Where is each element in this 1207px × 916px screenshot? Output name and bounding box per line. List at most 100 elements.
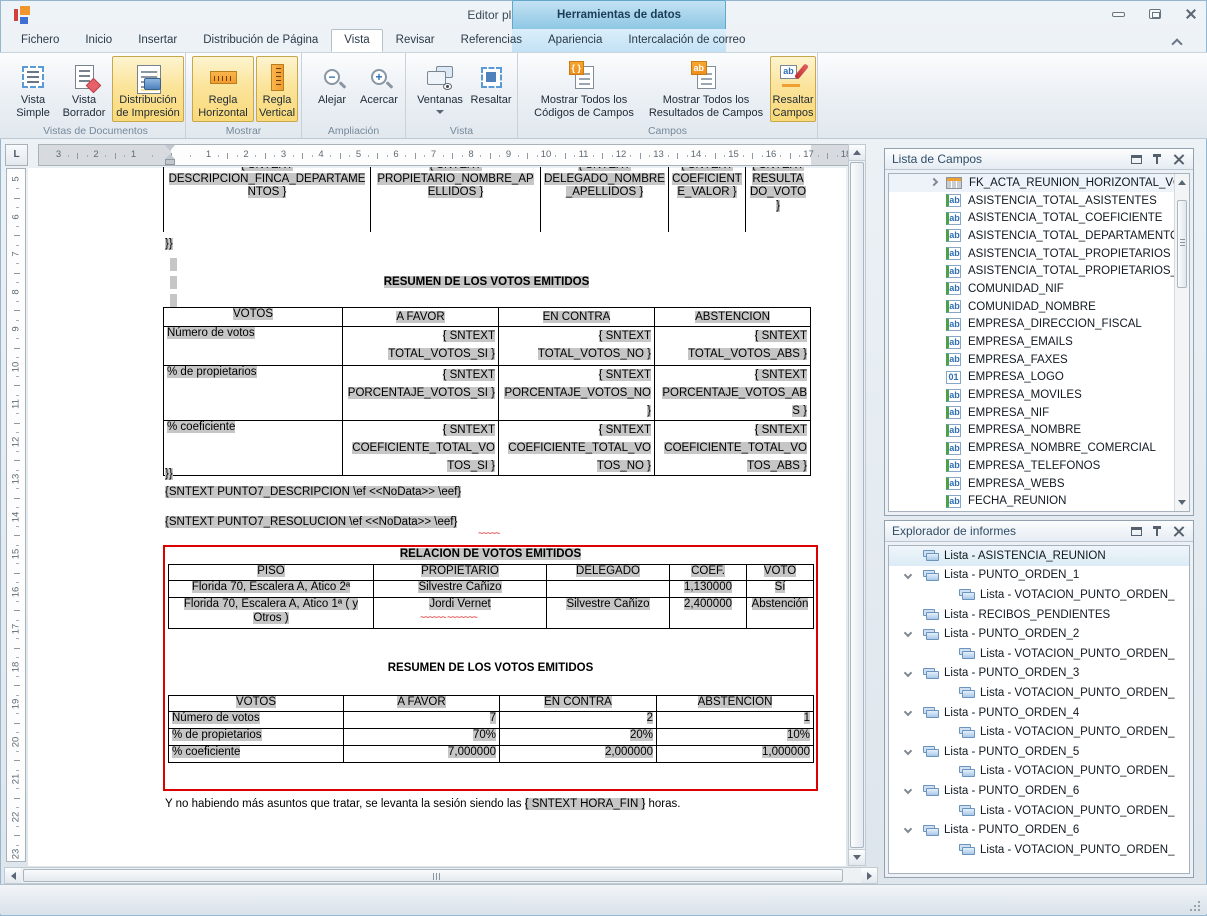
collapse-arrow-icon[interactable] xyxy=(904,825,912,833)
header-cell[interactable]: A FAVOR xyxy=(344,696,500,712)
indent-marker[interactable] xyxy=(164,145,176,165)
report-tree-item[interactable]: Lista - VOTACION_PUNTO_ORDEN_ xyxy=(889,722,1189,742)
header-cell[interactable]: ABSTENCION xyxy=(655,308,811,327)
tab-intercalacion-de-correo[interactable]: Intercalación de correo xyxy=(615,29,758,52)
close-panel-icon[interactable] xyxy=(1173,154,1186,165)
tab-referencias[interactable]: Referencias xyxy=(448,29,535,52)
table-cell[interactable]: Florida 70, Escalera A, Ático 2ª xyxy=(169,581,374,598)
field-brace[interactable]: }} xyxy=(165,468,173,480)
table-cell[interactable]: Número de votos xyxy=(164,327,343,366)
header-cell[interactable]: ABSTENCION xyxy=(657,696,814,712)
punto7-descripcion-field[interactable]: {SNTEXT PUNTO7_DESCRIPCION \ef <<NoData>… xyxy=(165,486,461,498)
tab-fichero[interactable]: Fichero xyxy=(8,29,72,52)
horizontal-scrollbar[interactable] xyxy=(4,867,878,884)
hora-fin-field[interactable]: { SNTEXT HORA_FIN } xyxy=(525,798,646,810)
resaltar-button[interactable]: Resaltar xyxy=(468,56,514,122)
field-list-item[interactable]: ASISTENCIA_TOTAL_DEPARTAMENTOS_... xyxy=(889,227,1189,245)
field-list-item[interactable]: EMPRESA_FAXES xyxy=(889,351,1189,369)
table-cell[interactable]: { SNTEXT COEFICIENTE_TOTAL_VOTOS_SI } xyxy=(343,421,499,476)
acercar-button[interactable]: Acercar xyxy=(356,56,402,122)
collapse-arrow-icon[interactable] xyxy=(904,668,912,676)
tab-revisar[interactable]: Revisar xyxy=(383,29,448,52)
tab-stop-selector[interactable]: L xyxy=(5,144,28,166)
report-tree-item[interactable]: Lista - VOTACION_PUNTO_ORDEN_ xyxy=(889,585,1189,605)
table-cell[interactable]: % de propietarios xyxy=(164,366,343,421)
table-cell[interactable]: { SNTEXT TOTAL_VOTOS_ABS } xyxy=(655,327,811,366)
resumen2-title[interactable]: RESUMEN DE LOS VOTOS EMITIDOS xyxy=(165,662,816,674)
table-cell[interactable] xyxy=(547,581,670,598)
table-cell[interactable]: % coeficiente xyxy=(169,746,344,763)
field-list-item[interactable]: EMPRESA_WEBS xyxy=(889,475,1189,493)
report-tree-item[interactable]: Lista - VOTACION_PUNTO_ORDEN_ xyxy=(889,801,1189,821)
minimize-button[interactable] xyxy=(1112,12,1125,17)
fields-scroll-thumb[interactable] xyxy=(1177,200,1187,288)
field-list-item[interactable]: EMPRESA_NOMBRE xyxy=(889,422,1189,440)
float-panel-icon[interactable] xyxy=(1131,155,1142,164)
table-cell[interactable]: 7,000000 xyxy=(344,746,500,763)
relacion-title[interactable]: RELACION DE VOTOS EMITIDOS xyxy=(165,548,816,560)
table-cell[interactable]: { SNTEXT RESULTADO_VOTO } xyxy=(746,167,811,232)
collapse-arrow-icon[interactable] xyxy=(904,708,912,716)
table-cell[interactable]: % de propietarios xyxy=(169,729,344,746)
field-list-item[interactable]: EMPRESA_MOVILES xyxy=(889,386,1189,404)
fields-scrollbar[interactable] xyxy=(1174,174,1189,511)
field-list-item[interactable]: ASISTENCIA_TOTAL_PROPIETARIOS xyxy=(889,245,1189,263)
report-tree-item[interactable]: Lista - PUNTO_ORDEN_6 xyxy=(889,820,1189,840)
scroll-right-button[interactable] xyxy=(861,868,877,883)
table-cell[interactable]: { SNTEXT PROPIETARIO_NOMBRE_APELLIDOS } xyxy=(371,167,541,232)
report-tree-item[interactable]: Lista - PUNTO_ORDEN_3 xyxy=(889,664,1189,684)
table-cell[interactable]: Abstención xyxy=(747,598,814,629)
report-tree-item[interactable]: Lista - PUNTO_ORDEN_6 xyxy=(889,781,1189,801)
vista-borrador-button[interactable]: Vista Borrador xyxy=(58,56,110,122)
table-cell[interactable]: 1,130000 xyxy=(670,581,747,598)
table-cell[interactable]: { SNTEXT PORCENTAJE_VOTOS_NO } xyxy=(499,366,655,421)
report-tree-item[interactable]: Lista - PUNTO_ORDEN_2 xyxy=(889,624,1189,644)
table-cell[interactable]: { SNTEXT COEFICIENTE_VALOR } xyxy=(669,167,746,232)
float-panel-icon[interactable] xyxy=(1131,527,1142,536)
table-cell[interactable]: { SNTEXT TOTAL_VOTOS_NO } xyxy=(499,327,655,366)
resumen-title[interactable]: RESUMEN DE LOS VOTOS EMITIDOS xyxy=(163,276,810,288)
field-list-item[interactable]: ASISTENCIA_TOTAL_COEFICIENTE xyxy=(889,209,1189,227)
collapse-arrow-icon[interactable] xyxy=(904,786,912,794)
ventanas-button[interactable]: Ventanas xyxy=(414,56,466,122)
table-cell[interactable]: { SNTEXT PORCENTAJE_VOTOS_ABS } xyxy=(655,366,811,421)
regla-horizontal-button[interactable]: Regla Horizontal xyxy=(192,56,254,122)
table-cell[interactable]: { SNTEXT DESCRIPCION_FINCA_DEPARTAMENTOS… xyxy=(164,167,371,232)
header-cell[interactable]: VOTOS xyxy=(169,696,344,712)
tab-distribucion-de-pagina[interactable]: Distribución de Página xyxy=(190,29,331,52)
table-cell[interactable]: Silvestre Cañizo xyxy=(374,581,547,598)
vertical-scroll-thumb[interactable] xyxy=(850,162,864,848)
resaltar-campos-button[interactable]: Resaltar Campos xyxy=(770,56,816,122)
field-list-item[interactable]: FECHA_REUNION xyxy=(889,492,1189,510)
table-cell[interactable]: 7 xyxy=(344,712,500,729)
report-tree-item[interactable]: Lista - VOTACION_PUNTO_ORDEN_ xyxy=(889,644,1189,664)
scroll-down-button[interactable] xyxy=(849,849,865,865)
collapse-arrow-icon[interactable] xyxy=(904,570,912,578)
collapse-ribbon-icon[interactable] xyxy=(1169,36,1185,48)
header-cell[interactable]: VOTO xyxy=(747,565,814,581)
table-cell[interactable]: Sí xyxy=(747,581,814,598)
table-cell[interactable]: { SNTEXT TOTAL_VOTOS_SI } xyxy=(343,327,499,366)
header-cell[interactable]: DELEGADO xyxy=(547,565,670,581)
mostrar-resultados-button[interactable]: Mostrar Todos los Resultados de Campos xyxy=(644,56,768,122)
field-list-item[interactable]: EMPRESA_EMAILS xyxy=(889,333,1189,351)
tab-inicio[interactable]: Inicio xyxy=(72,29,125,52)
header-cell[interactable]: COEF. xyxy=(670,565,747,581)
tab-vista[interactable]: Vista xyxy=(331,29,382,52)
field-list-item[interactable]: EMPRESA_LOGO xyxy=(889,369,1189,387)
close-panel-icon[interactable] xyxy=(1173,526,1186,537)
field-list-item[interactable]: FK_ACTA_REUNION_HORIZONTAL_VOT... xyxy=(889,174,1189,192)
closing-line[interactable]: Y no habiendo más asuntos que tratar, se… xyxy=(165,798,835,810)
table-cell[interactable]: 10% xyxy=(657,729,814,746)
field-list-item[interactable]: COMUNIDAD_NIF xyxy=(889,280,1189,298)
field-list-item[interactable]: ASISTENCIA_TOTAL_PROPIETARIOS_C... xyxy=(889,262,1189,280)
table-cell[interactable]: 2,000000 xyxy=(500,746,657,763)
table-cell[interactable]: { SNTEXT COEFICIENTE_TOTAL_VOTOS_NO } xyxy=(499,421,655,476)
resize-grip[interactable] xyxy=(1188,899,1200,911)
table-cell[interactable]: 2,400000 xyxy=(670,598,747,629)
table-cell[interactable]: { SNTEXT COEFICIENTE_TOTAL_VOTOS_ABS } xyxy=(655,421,811,476)
distribucion-impresion-button[interactable]: Distribución de Impresión xyxy=(112,56,184,122)
report-tree-item[interactable]: Lista - VOTACION_PUNTO_ORDEN_ xyxy=(889,762,1189,782)
field-list-item[interactable]: COMUNIDAD_NOMBRE xyxy=(889,298,1189,316)
field-list-item[interactable]: ASISTENCIA_TOTAL_ASISTENTES xyxy=(889,192,1189,210)
